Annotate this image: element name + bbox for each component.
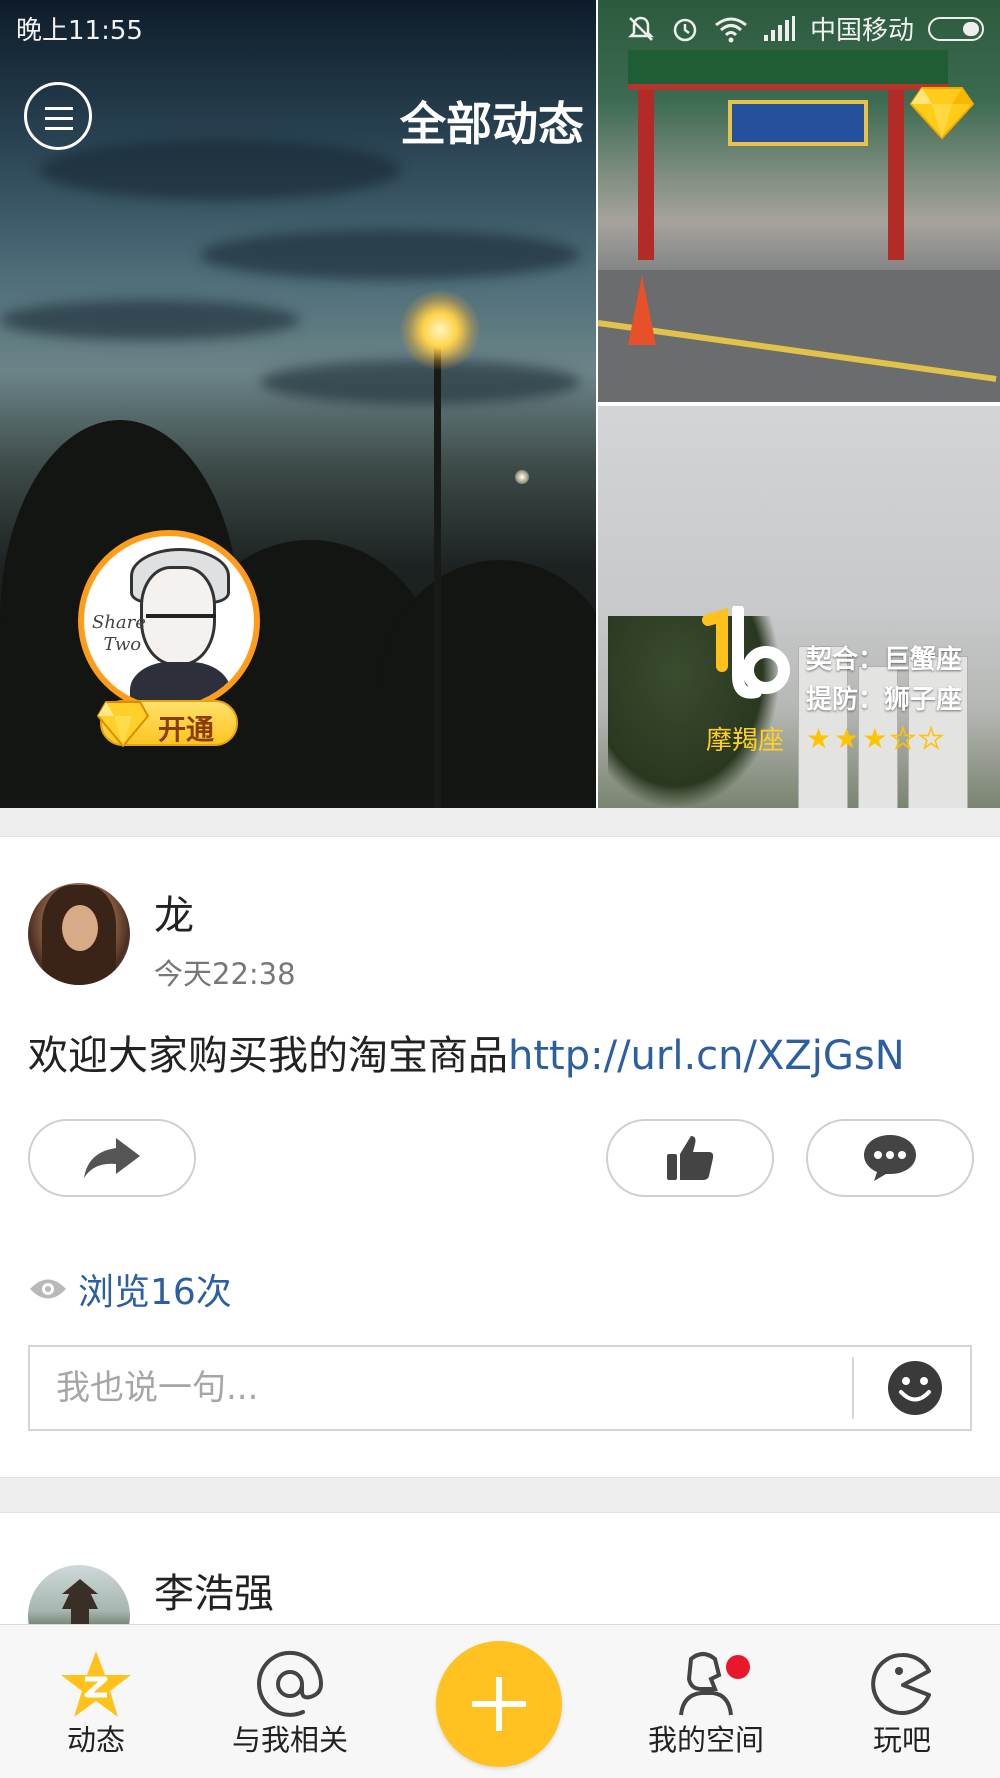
tab-my-space[interactable]: 我的空间 [616,1625,796,1778]
like-button[interactable] [606,1119,774,1197]
pacman-icon [871,1653,931,1715]
carrier-name: 中国移动 [809,16,914,46]
tab-mentions-label: 与我相关 [231,1723,348,1757]
comment-bar [28,1345,972,1431]
comment-input[interactable] [30,1347,850,1429]
qzone-star-icon [61,1651,131,1717]
bottom-tab-bar: 动态 与我相关 我的空间 玩吧 [0,1624,1000,1778]
post-link[interactable]: http://url.cn/XZjGsN [508,1033,905,1079]
cover-photo-gate[interactable] [597,0,1000,402]
horoscope-beware: 提防：狮子座 [806,685,963,715]
wifi-icon [715,17,747,42]
status-bar: 晚上11:55 中国移动 [0,0,1000,52]
mute-icon [627,16,655,41]
star-icon: ★ [834,722,863,755]
author-avatar[interactable] [28,883,130,985]
view-count-text: 浏览16次 [78,1272,232,1313]
view-count: 浏览16次 [28,1263,232,1315]
horoscope-sign-name: 摩羯座 [706,726,785,756]
tab-feed[interactable]: 动态 [6,1625,186,1778]
star-icon: ★ [862,722,891,755]
tab-feed-label: 动态 [66,1723,125,1757]
page-title: 全部动态 [400,97,584,151]
notification-dot [726,1655,750,1679]
tab-play[interactable]: 玩吧 [812,1625,992,1778]
star-outline-icon: ★ [918,721,947,756]
comment-bubble-icon [864,1135,916,1181]
signal-icon [763,15,795,41]
emoji-icon[interactable] [886,1359,944,1417]
post-timestamp: 今天22:38 [154,957,296,991]
thumbs-up-icon [667,1136,714,1180]
menu-button[interactable] [24,82,92,150]
vip-open-button[interactable]: 开通 [96,700,238,748]
status-icons: 中国移动 [626,10,984,47]
share-arrow-icon [84,1138,140,1178]
tab-my-space-label: 我的空间 [647,1723,764,1757]
share-button[interactable] [28,1119,196,1197]
horoscope-details: 契合：巨蟹座 提防：狮子座 [806,640,962,720]
star-outline-icon: ★ [890,721,919,756]
at-icon [257,1650,324,1717]
horoscope-rating: ★★★★★ [806,721,947,756]
vip-open-label: 开通 [158,713,215,746]
horoscope-match: 契合：巨蟹座 [806,645,963,675]
vip-diamond-icon[interactable] [910,86,974,140]
avatar-signature: Share Two [92,612,146,655]
comment-button[interactable] [806,1119,974,1197]
battery-icon [928,16,984,41]
capricorn-icon[interactable] [700,606,792,716]
status-time: 晚上11:55 [16,16,143,46]
gem-icon [96,701,150,748]
author-name[interactable]: 龙 [154,883,194,941]
post-content: 欢迎大家购买我的淘宝商品http://url.cn/XZjGsN [28,1023,905,1081]
tab-play-label: 玩吧 [872,1723,931,1757]
publish-plus-button[interactable] [436,1641,562,1767]
star-icon: ★ [806,722,835,755]
post-text: 欢迎大家购买我的淘宝商品 [28,1033,508,1079]
feed-post: 李浩强 [0,1512,1000,1642]
profile-avatar[interactable]: Share Two [78,530,260,712]
tab-mentions[interactable]: 与我相关 [200,1625,380,1778]
alarm-icon [673,18,697,41]
eye-icon [30,1279,66,1299]
feed-post: 龙 今天22:38 欢迎大家购买我的淘宝商品http://url.cn/XZjG… [0,836,1000,1478]
author-name[interactable]: 李浩强 [154,1561,274,1619]
